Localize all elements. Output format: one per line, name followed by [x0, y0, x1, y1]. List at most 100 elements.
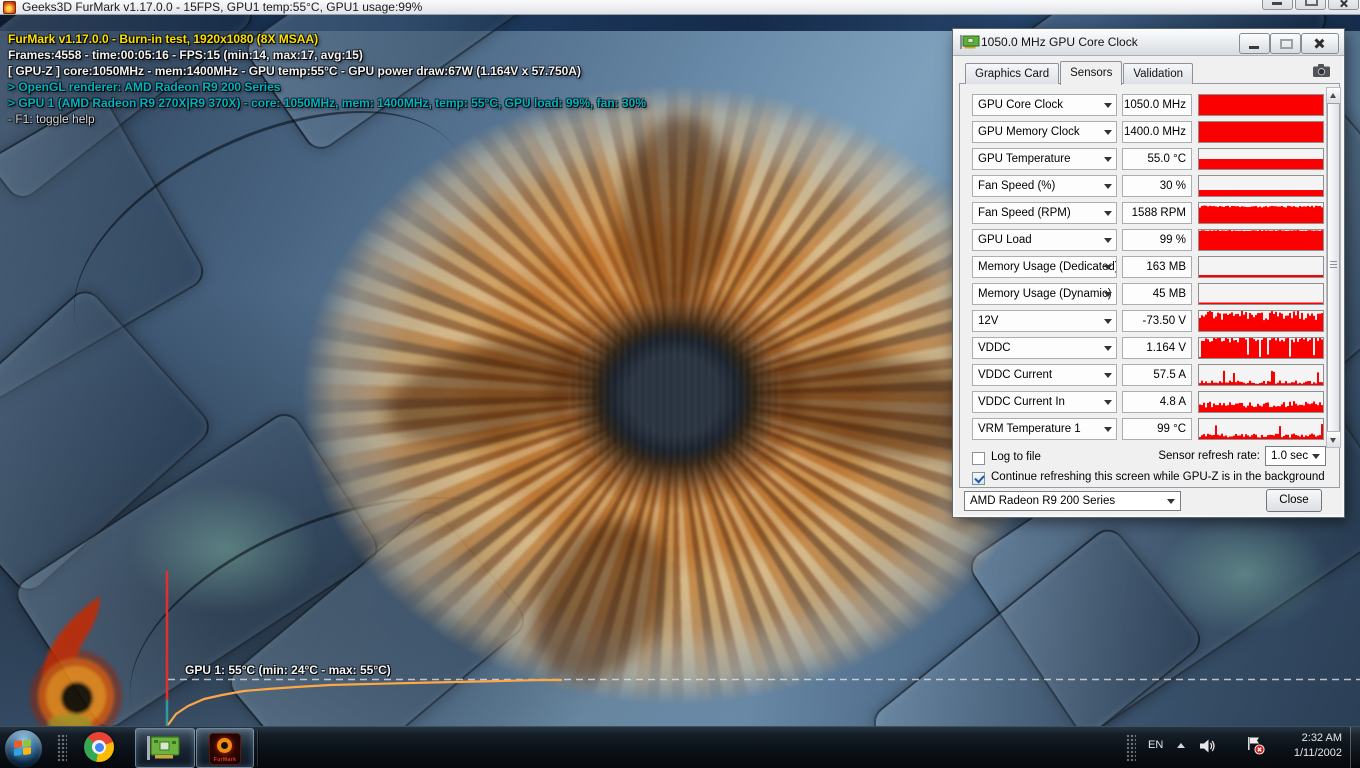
desktop-screen: Geeks3D FurMark v1.17.0.0 - 15FPS, GPU1 … [0, 0, 1360, 768]
tab-graphics-card[interactable]: Graphics Card [965, 63, 1059, 84]
taskbar-button-furmark[interactable]: FurMark [196, 728, 254, 768]
gpuz-titlebar[interactable]: 1050.0 MHz GPU Core Clock [953, 29, 1344, 56]
sensor-row-vddc: VDDC1.164 V [960, 337, 1339, 359]
sensor-graph-vrm-temperature-1 [1198, 418, 1324, 440]
sensor-select-12v[interactable]: 12V [972, 310, 1117, 332]
sensor-value-vrm-temperature-1: 99 °C [1122, 418, 1192, 440]
chrome-icon-core [95, 743, 104, 752]
sensor-select-gpu-temperature[interactable]: GPU Temperature [972, 148, 1117, 170]
furmark-minimize-button[interactable] [1262, 0, 1293, 10]
dropdown-arrow-icon [1167, 499, 1175, 504]
gpuz-maximize-button[interactable] [1270, 33, 1301, 54]
sensor-value-vddc-current-in: 4.8 A [1122, 391, 1192, 413]
sensor-graph-fan-speed [1198, 175, 1324, 197]
refresh-rate-dropdown[interactable]: 1.0 sec [1265, 446, 1326, 466]
osd-line-title: FurMark v1.17.0.0 - Burn-in test, 1920x1… [8, 31, 646, 47]
furmark-maximize-button[interactable] [1295, 0, 1326, 10]
gpuz-window-title: 1050.0 MHz GPU Core Clock [981, 35, 1138, 49]
taskbar-divider [257, 730, 258, 766]
scrollbar-up-arrow-icon[interactable] [1327, 88, 1340, 104]
sensor-select-gpu-load[interactable]: GPU Load [972, 229, 1117, 251]
taskbar: FurMark EN 2:32 AM 1/11/2002 [0, 726, 1360, 768]
show-hidden-icons-icon[interactable] [1177, 743, 1185, 748]
gpuz-window: 1050.0 MHz GPU Core Clock Graphics Card … [952, 28, 1345, 518]
sensor-graph-vddc [1198, 337, 1324, 359]
sensor-row-memory-usage-dedicated: Memory Usage (Dedicated)163 MB [960, 256, 1339, 278]
sensor-value-memory-usage-dedicated: 163 MB [1122, 256, 1192, 278]
screenshot-camera-icon[interactable] [1311, 63, 1333, 78]
furmark-window-titlebar[interactable]: Geeks3D FurMark v1.17.0.0 - 15FPS, GPU1 … [0, 0, 1360, 15]
clock-date: 1/11/2002 [1272, 746, 1342, 761]
sensor-row-gpu-memory-clock: GPU Memory Clock1400.0 MHz [960, 121, 1339, 143]
tab-validation[interactable]: Validation [1123, 63, 1193, 84]
sensor-graph-memory-usage-dedicated [1198, 256, 1324, 278]
gpuz-minimize-button[interactable] [1239, 33, 1270, 54]
dropdown-arrow-icon [1104, 211, 1112, 216]
taskbar-button-gpuz[interactable] [135, 728, 195, 768]
sensor-graph-gpu-load [1198, 229, 1324, 251]
sensor-value-fan-speed: 30 % [1122, 175, 1192, 197]
osd-line-gpu1: > GPU 1 (AMD Radeon R9 270X|R9 370X) - c… [8, 95, 646, 111]
sensor-value-fan-speed-rpm: 1588 RPM [1122, 202, 1192, 224]
sensor-select-memory-usage-dedicated[interactable]: Memory Usage (Dedicated) [972, 256, 1117, 278]
furmark-window-title: Geeks3D FurMark v1.17.0.0 - 15FPS, GPU1 … [22, 0, 422, 14]
sensor-row-12v: 12V-73.50 V [960, 310, 1339, 332]
action-center-flag-icon[interactable] [1246, 736, 1265, 755]
clock[interactable]: 2:32 AM 1/11/2002 [1272, 731, 1342, 761]
sensor-select-gpu-core-clock[interactable]: GPU Core Clock [972, 94, 1117, 116]
scrollbar-down-arrow-icon[interactable] [1327, 431, 1340, 447]
windows-logo-icon [14, 739, 32, 757]
language-indicator[interactable]: EN [1148, 739, 1163, 751]
furmark-close-button[interactable] [1328, 0, 1359, 10]
taskbar-grip[interactable] [57, 734, 67, 762]
osd-stats: FurMark v1.17.0.0 - Burn-in test, 1920x1… [8, 31, 646, 127]
sensor-select-vddc-current[interactable]: VDDC Current [972, 364, 1117, 386]
dropdown-arrow-icon [1104, 373, 1112, 378]
tray-grip[interactable] [1126, 734, 1136, 762]
sensor-select-vddc-current-in[interactable]: VDDC Current In [972, 391, 1117, 413]
sensor-scrollbar[interactable] [1326, 87, 1341, 448]
sensor-graph-memory-usage-dynamic [1198, 283, 1324, 305]
sensor-graph-gpu-memory-clock [1198, 121, 1324, 143]
sensors-tab-page: GPU Core Clock1050.0 MHz GPU Memory Clock… [959, 83, 1340, 488]
card-selector-value: AMD Radeon R9 200 Series [970, 495, 1115, 507]
show-desktop-button[interactable] [1350, 727, 1360, 768]
sensor-select-memory-usage-dynamic[interactable]: Memory Usage (Dynamic) [972, 283, 1117, 305]
gpu-card-icon [960, 35, 980, 49]
sensor-select-fan-speed-rpm[interactable]: Fan Speed (RPM) [972, 202, 1117, 224]
sensor-graph-fan-speed-rpm [1198, 202, 1324, 224]
sensor-value-memory-usage-dynamic: 45 MB [1122, 283, 1192, 305]
tab-sensors[interactable]: Sensors [1060, 61, 1122, 85]
sensor-select-vrm-temperature-1[interactable]: VRM Temperature 1 [972, 418, 1117, 440]
speaker-icon[interactable] [1199, 738, 1217, 754]
sensor-select-vddc[interactable]: VDDC [972, 337, 1117, 359]
sensor-graph-vddc-current-in [1198, 391, 1324, 413]
scrollbar-thumb[interactable] [1327, 103, 1340, 432]
start-button[interactable] [4, 729, 43, 768]
sensor-graph-vddc-current [1198, 364, 1324, 386]
gpuz-taskbar-icon [147, 736, 181, 760]
log-to-file-checkbox[interactable] [972, 452, 985, 465]
sensor-row-gpu-core-clock: GPU Core Clock1050.0 MHz [960, 94, 1339, 116]
chrome-icon[interactable] [84, 732, 114, 762]
sensor-select-fan-speed[interactable]: Fan Speed (%) [972, 175, 1117, 197]
clock-time: 2:32 AM [1272, 731, 1342, 746]
continue-refreshing-label: Continue refreshing this screen while GP… [991, 471, 1325, 483]
dropdown-arrow-icon [1104, 265, 1112, 270]
sensor-row-gpu-temperature: GPU Temperature55.0 °C [960, 148, 1339, 170]
dropdown-arrow-icon [1104, 400, 1112, 405]
close-button[interactable]: Close [1266, 489, 1322, 512]
furmark-flame-logo [16, 592, 128, 726]
card-selector-dropdown[interactable]: AMD Radeon R9 200 Series [964, 491, 1181, 511]
dropdown-arrow-icon [1104, 292, 1112, 297]
sensor-value-vddc-current: 57.5 A [1122, 364, 1192, 386]
dropdown-arrow-icon [1104, 103, 1112, 108]
temperature-graph-label: GPU 1: 55°C (min: 24°C - max: 55°C) [185, 663, 391, 677]
sensor-value-gpu-temperature: 55.0 °C [1122, 148, 1192, 170]
dropdown-arrow-icon [1104, 238, 1112, 243]
gpuz-close-window-button[interactable] [1301, 33, 1339, 54]
continue-refreshing-checkbox[interactable] [972, 472, 985, 485]
sensor-row-gpu-load: GPU Load99 % [960, 229, 1339, 251]
sensor-row-fan-speed: Fan Speed (%)30 % [960, 175, 1339, 197]
sensor-select-gpu-memory-clock[interactable]: GPU Memory Clock [972, 121, 1117, 143]
